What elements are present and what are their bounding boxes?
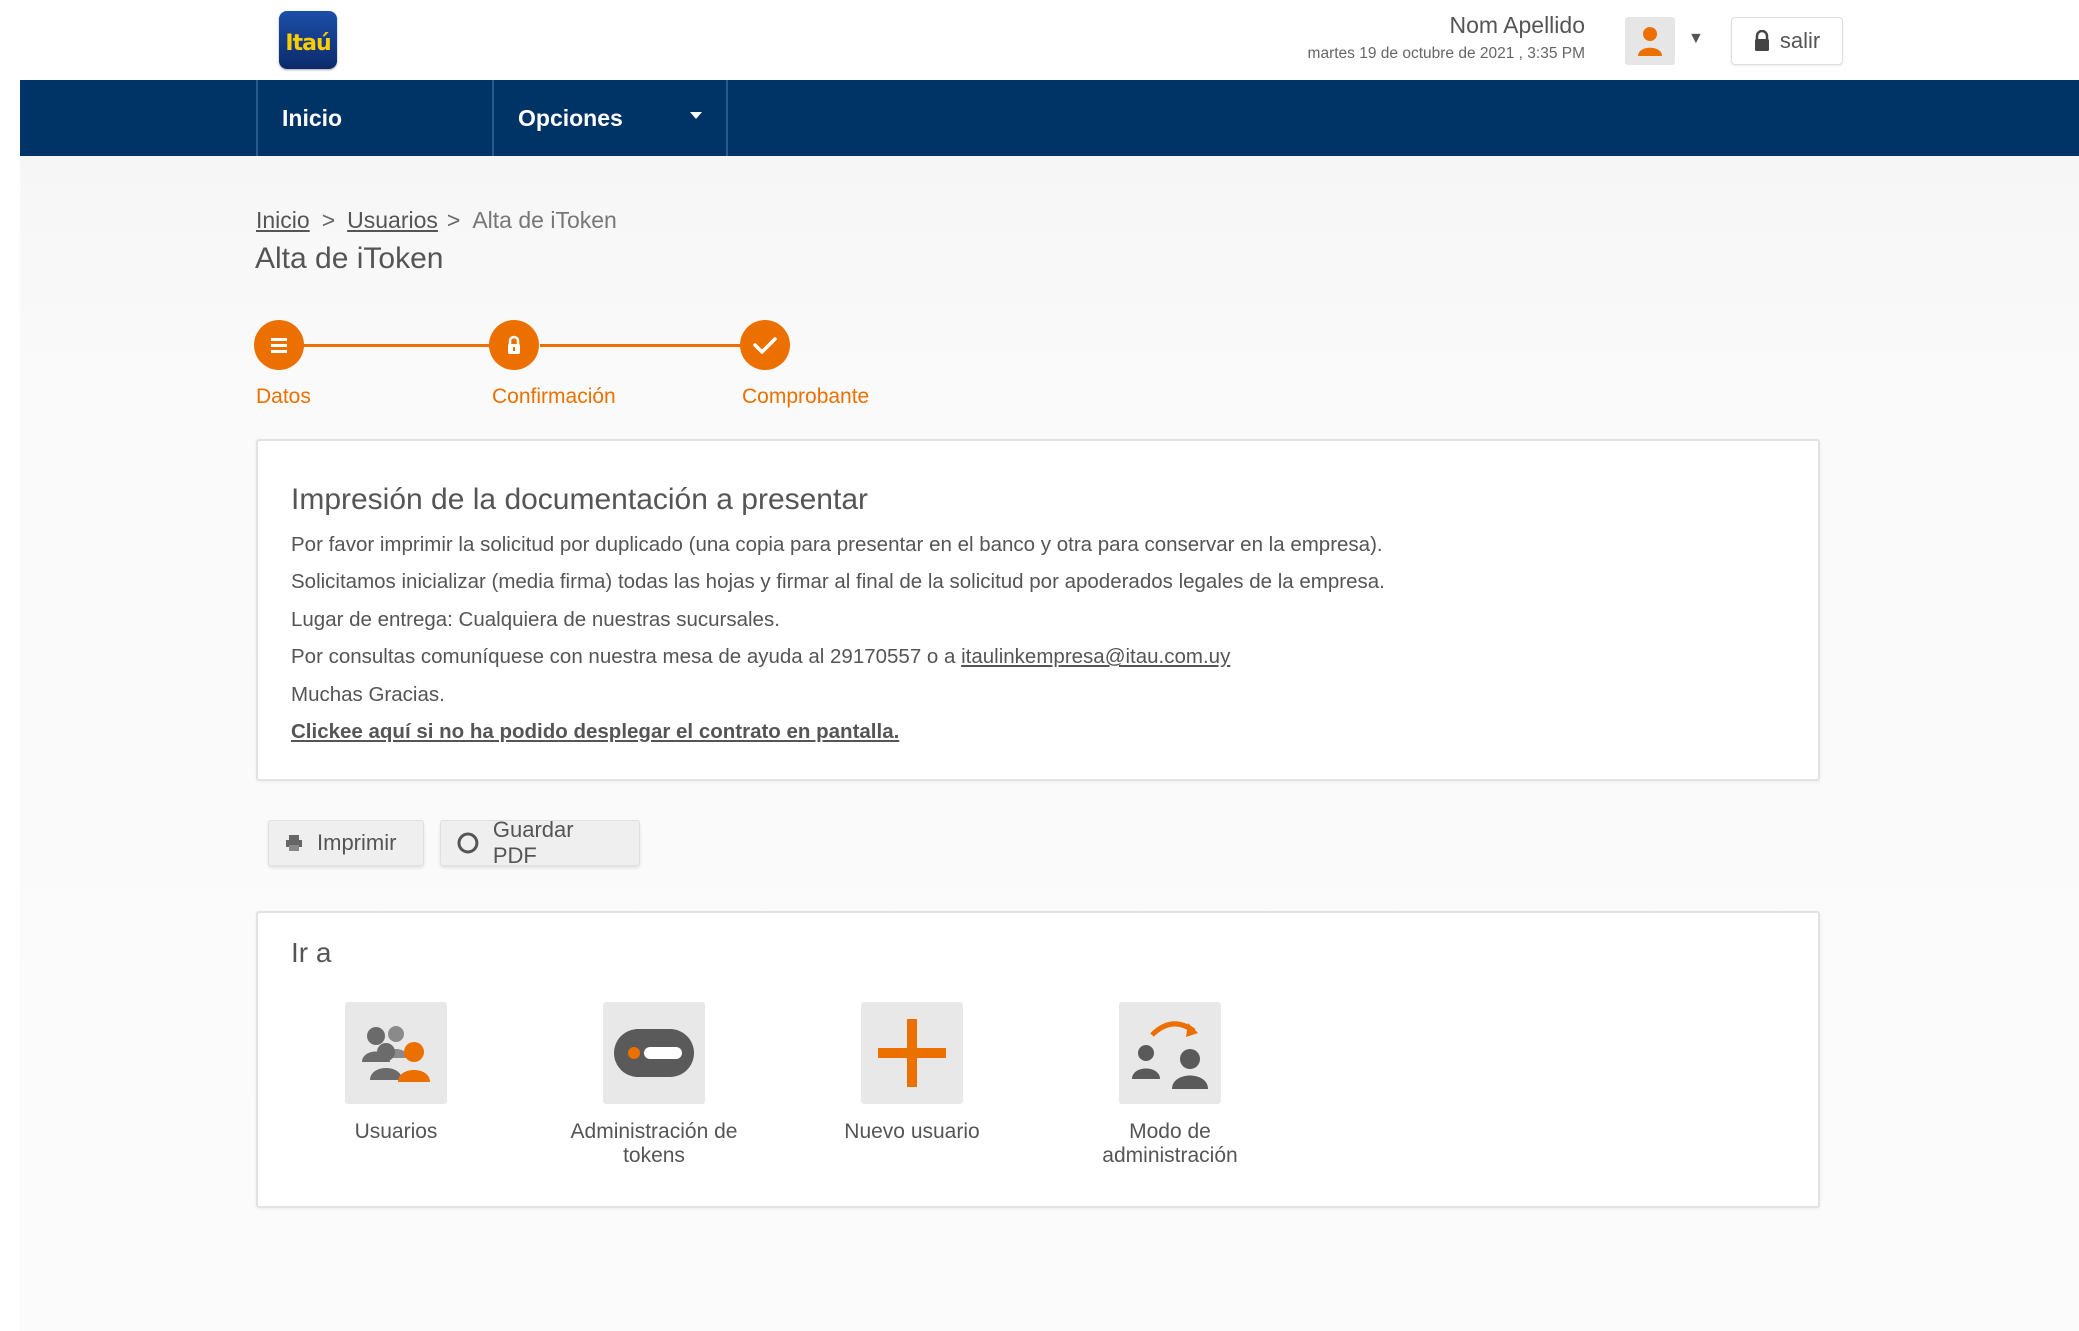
breadcrumb-current: Alta de iToken: [472, 207, 617, 233]
shortcut-administracion-tokens[interactable]: Administración de tokens: [539, 1002, 769, 1168]
check-icon: [753, 337, 777, 354]
session-datetime: martes 19 de octubre de 2021 , 3:35 PM: [1307, 45, 1585, 62]
users-icon: [345, 1002, 447, 1104]
contract-link[interactable]: Clickee aquí si no ha podido desplegar e…: [291, 720, 899, 743]
user-switch-icon: [1119, 1002, 1221, 1104]
token-icon: [603, 1002, 705, 1104]
logout-button[interactable]: salir: [1731, 17, 1843, 65]
contact-text: Por consultas comuníquese con nuestra me…: [291, 645, 962, 668]
step-label-datos: Datos: [256, 385, 311, 408]
breadcrumb-separator: >: [321, 207, 336, 233]
breadcrumb: Inicio > Usuarios > Alta de iToken: [256, 207, 617, 234]
goto-card: Ir a Usuarios Administración de tokens N…: [256, 911, 1820, 1208]
plus-icon: [861, 1002, 963, 1104]
nav-item-opciones[interactable]: Opciones: [492, 80, 728, 156]
tile-label: Nuevo usuario: [844, 1120, 980, 1143]
contract-link-line: Clickee aquí si no ha podido desplegar e…: [291, 720, 899, 744]
itau-logo[interactable]: Itaú: [279, 11, 337, 69]
lock-icon: [1754, 30, 1769, 51]
step-connector: [540, 344, 740, 347]
step-connector: [290, 344, 490, 347]
lock-icon: [508, 335, 520, 354]
shortcut-usuarios[interactable]: Usuarios: [281, 1002, 511, 1144]
user-icon: [1638, 27, 1662, 56]
print-button[interactable]: Imprimir: [268, 820, 424, 866]
doc-line: Muchas Gracias.: [291, 683, 445, 706]
save-pdf-label: Guardar PDF: [492, 817, 574, 868]
circle-icon: [457, 832, 479, 854]
tile-label: Modo de administración: [1102, 1120, 1238, 1167]
list-icon: [271, 338, 287, 353]
nav-item-inicio[interactable]: Inicio: [256, 80, 492, 156]
tile-label: Usuarios: [354, 1120, 438, 1143]
step-comprobante: [740, 320, 790, 370]
step-confirmacion: [489, 320, 539, 370]
printer-icon: [286, 835, 302, 851]
step-label-confirmacion: Confirmación: [492, 385, 616, 408]
page-title: Alta de iToken: [255, 242, 444, 275]
doc-line: Por favor imprimir la solicitud por dupl…: [291, 533, 1383, 556]
card-title: Impresión de la documentación a presenta…: [291, 483, 869, 516]
user-name: Nom Apellido: [1449, 12, 1585, 38]
breadcrumb-link-usuarios[interactable]: Usuarios: [347, 207, 438, 233]
chevron-down-icon[interactable]: ▼: [1688, 30, 1704, 48]
contact-email-link[interactable]: itaulinkempresa@itau.com.uy: [961, 645, 1230, 668]
tile-label: Administración de tokens: [570, 1120, 738, 1167]
doc-line: Solicitamos inicializar (media firma) to…: [291, 570, 1385, 593]
card-title: Ir a: [291, 937, 332, 968]
doc-line: Lugar de entrega: Cualquiera de nuestras…: [291, 608, 780, 631]
save-pdf-button[interactable]: Guardar PDF: [440, 817, 640, 868]
nav-item-label: Opciones: [518, 104, 623, 131]
print-label: Imprimir: [317, 830, 397, 855]
main-nav: Inicio Opciones: [20, 80, 2079, 156]
avatar[interactable]: [1625, 17, 1675, 65]
breadcrumb-separator: >: [446, 207, 461, 233]
caret-down-icon: [690, 112, 702, 119]
shortcut-nuevo-usuario[interactable]: Nuevo usuario: [797, 1002, 1027, 1144]
shortcut-modo-administracion[interactable]: Modo de administración: [1055, 1002, 1285, 1168]
nav-item-label: Inicio: [282, 104, 343, 131]
breadcrumb-link-inicio[interactable]: Inicio: [256, 207, 310, 233]
top-bar: Itaú Nom Apellido martes 19 de octubre d…: [0, 0, 2079, 80]
step-label-comprobante: Comprobante: [742, 385, 870, 408]
logout-label: salir: [1779, 28, 1821, 53]
doc-contact-line: Por consultas comuníquese con nuestra me…: [291, 645, 1230, 669]
step-datos: [254, 320, 304, 370]
documentation-card: Impresión de la documentación a presenta…: [256, 439, 1820, 781]
